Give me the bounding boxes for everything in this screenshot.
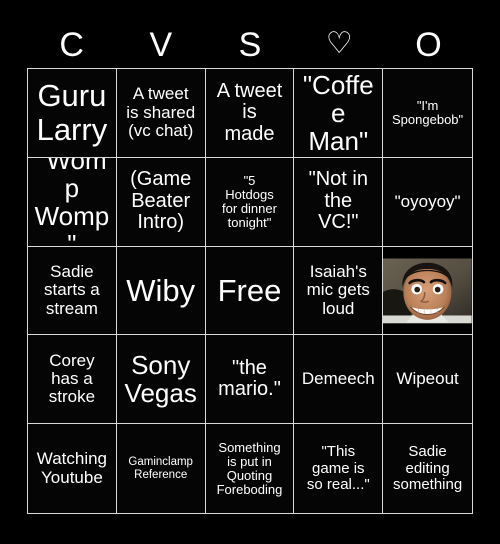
bingo-cell[interactable]: Gaminclamp Reference	[116, 424, 206, 513]
bingo-cell-label: Corey has a stroke	[48, 350, 96, 407]
bingo-cell-label: Sadie editing something	[392, 443, 463, 493]
bingo-cell-image[interactable]	[383, 246, 472, 336]
header-letter-o: O	[415, 26, 442, 64]
bingo-cell[interactable]: Guru Larry	[28, 69, 117, 158]
bingo-cell-label: "oyoyoy"	[394, 191, 461, 211]
bingo-cell-label: "Coffee Man"	[302, 69, 374, 156]
smiling-man-photo	[383, 246, 472, 335]
bingo-cell-label: Wipeout	[396, 369, 459, 389]
header-letter-s: S	[238, 26, 262, 64]
bingo-header-row: C V S ♡ O	[27, 22, 473, 68]
bingo-cell[interactable]: Isaiah's mic gets loud	[294, 246, 384, 336]
bingo-cell[interactable]: (Game Beater Intro)	[116, 157, 206, 247]
bingo-cell[interactable]: "Womp Womp"	[28, 157, 117, 247]
bingo-cell-label: A tweet is made	[216, 79, 283, 145]
bingo-cell[interactable]: Watching Youtube	[28, 424, 117, 513]
bingo-cell[interactable]: "5 Hotdogs for dinner tonight"	[205, 157, 295, 247]
bingo-cell[interactable]: Wipeout	[383, 335, 472, 425]
bingo-cell-label: Isaiah's mic gets loud	[306, 261, 370, 318]
bingo-cell-label: "the mario."	[218, 356, 281, 401]
bingo-cell[interactable]: A tweet is made	[205, 69, 295, 158]
bingo-cell-label: Sadie starts a stream	[44, 261, 100, 318]
bingo-cell[interactable]: Corey has a stroke	[28, 335, 117, 425]
bingo-cell-label: Something is put in Quoting Foreboding	[216, 439, 283, 497]
bingo-cell[interactable]: "I'm Spongebob"	[383, 69, 472, 158]
bingo-cell[interactable]: Sadie editing something	[383, 424, 472, 513]
bingo-cell-label: Gaminclamp Reference	[128, 456, 193, 481]
bingo-cell-label: "This game is so real..."	[306, 443, 370, 493]
bingo-cell[interactable]: Sadie starts a stream	[28, 246, 117, 336]
bingo-cell-label: Watching Youtube	[36, 449, 108, 487]
bingo-cell-label: Sony Vegas	[124, 350, 197, 409]
bingo-cell-label: A tweet is shared (vc chat)	[126, 84, 196, 141]
bingo-cell[interactable]: "the mario."	[205, 335, 295, 425]
bingo-cell-label: "I'm Spongebob"	[392, 97, 464, 127]
bingo-cell-label: "5 Hotdogs for dinner tonight"	[222, 172, 277, 230]
bingo-cell[interactable]: A tweet is shared (vc chat)	[116, 69, 206, 158]
bingo-cell-label: Guru Larry	[36, 78, 108, 147]
bingo-cell[interactable]: "oyoyoy"	[383, 157, 472, 247]
bingo-cell-label: "Not in the VC!"	[308, 168, 368, 234]
bingo-cell[interactable]: "Coffee Man"	[294, 69, 384, 158]
header-letter-c: C	[59, 26, 84, 64]
bingo-cell-label: Demeech	[301, 369, 375, 389]
bingo-card: C V S ♡ O Guru Larry A tweet is shared (vc ch…	[0, 0, 500, 544]
bingo-cell-label: Wiby	[126, 272, 196, 308]
bingo-cell[interactable]: Free	[205, 246, 295, 336]
header-letter-v: V	[149, 26, 173, 64]
bingo-cell[interactable]: "Not in the VC!"	[294, 157, 384, 247]
bingo-cell[interactable]: Demeech	[294, 335, 384, 425]
bingo-cell[interactable]: "This game is so real..."	[294, 424, 384, 513]
bingo-cell[interactable]: Sony Vegas	[116, 335, 206, 425]
bingo-cell[interactable]: Wiby	[116, 246, 206, 336]
bingo-cell-label: (Game Beater Intro)	[130, 168, 192, 234]
bingo-cell-label: "Womp Womp"	[34, 157, 110, 247]
bingo-cell-label: Free	[217, 272, 282, 308]
heart-icon: ♡	[325, 27, 353, 60]
bingo-grid: Guru Larry A tweet is shared (vc chat) A t…	[27, 68, 473, 514]
bingo-cell[interactable]: Something is put in Quoting Foreboding	[205, 424, 295, 513]
